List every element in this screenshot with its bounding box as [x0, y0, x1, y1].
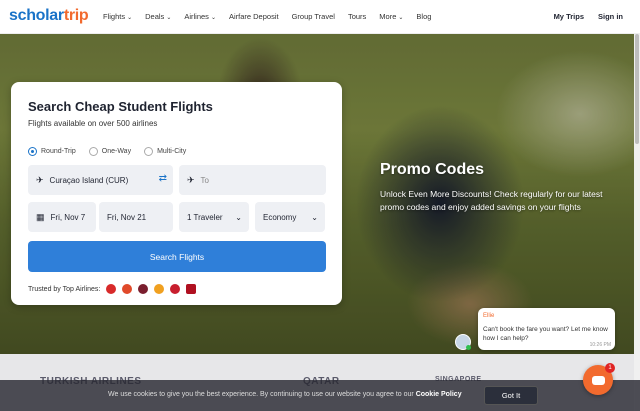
- chat-launcher-button[interactable]: 1: [583, 363, 615, 395]
- sign-in-link[interactable]: Sign in: [598, 12, 623, 21]
- chevron-down-icon: ⌄: [127, 15, 133, 21]
- airline-logo-icon: [186, 284, 197, 294]
- nav-airlines[interactable]: Airlines ⌄: [184, 12, 216, 21]
- return-date-value: Fri, Nov 21: [107, 212, 147, 222]
- cookie-banner: We use cookies to give you the best expe…: [0, 380, 640, 411]
- scrollbar-thumb[interactable]: [635, 34, 639, 144]
- swap-icon[interactable]: ⇄: [159, 173, 167, 184]
- calendar-icon: ▦: [36, 211, 45, 222]
- site-header: scholartrip Flights ⌄ Deals ⌄ Airlines ⌄ Ai…: [0, 0, 640, 34]
- nav-group-travel[interactable]: Group Travel: [292, 12, 335, 21]
- flight-search-card: Search Cheap Student Flights Flights ava…: [11, 82, 342, 305]
- to-field[interactable]: ✈ To: [179, 165, 326, 195]
- promo-text: Unlock Even More Discounts! Check regula…: [380, 189, 603, 212]
- cabin-class-select[interactable]: Economy ⌄: [255, 202, 325, 232]
- from-field[interactable]: ✈ Curaçao Island (CUR) ⇄: [28, 165, 173, 195]
- airline-logo-icon: [154, 284, 165, 294]
- trusted-airlines-row: Trusted by Top Airlines:: [28, 284, 197, 294]
- return-date-field[interactable]: Fri, Nov 21: [99, 202, 173, 232]
- plane-landing-icon: ✈: [187, 174, 195, 185]
- chat-agent-name: Ellie: [483, 313, 495, 319]
- radio-one-way[interactable]: One-Way: [88, 147, 131, 156]
- search-subtitle: Flights available on over 500 airlines: [28, 119, 158, 128]
- search-flights-button[interactable]: Search Flights: [28, 241, 326, 272]
- travelers-value: 1 Traveler: [187, 212, 223, 222]
- radio-empty-icon: [88, 147, 98, 156]
- account-links: My Trips Sign in: [554, 12, 623, 21]
- logo-text-scholar: scholar: [9, 7, 64, 24]
- main-nav: Flights ⌄ Deals ⌄ Airlines ⌄ Airfare Deposi…: [103, 12, 444, 21]
- airline-logo-icon: [138, 284, 149, 294]
- airline-logo-icon: [122, 284, 133, 294]
- travelers-select[interactable]: 1 Traveler ⌄: [179, 202, 249, 232]
- agent-avatar: [455, 334, 471, 350]
- depart-date-field[interactable]: ▦ Fri, Nov 7: [28, 202, 96, 232]
- nav-deals[interactable]: Deals ⌄: [145, 12, 171, 21]
- promo-title: Promo Codes: [380, 161, 485, 178]
- nav-blog[interactable]: Blog: [416, 12, 431, 21]
- radio-multi-city[interactable]: Multi-City: [144, 147, 186, 156]
- turkish-airlines-logo-icon: [106, 284, 117, 294]
- trip-type-radios: Round-Trip One-Way Multi-City: [28, 147, 186, 156]
- nav-airfare-deposit[interactable]: Airfare Deposit: [229, 12, 279, 21]
- chevron-down-icon: ⌄: [210, 15, 216, 21]
- my-trips-link[interactable]: My Trips: [554, 12, 584, 21]
- nav-flights[interactable]: Flights ⌄: [103, 12, 132, 21]
- chat-message-bubble[interactable]: Ellie Can't book the fare you want? Let …: [478, 308, 615, 350]
- page-scrollbar[interactable]: [634, 34, 640, 411]
- chat-icon: [591, 375, 605, 385]
- radio-selected-icon: [28, 147, 37, 156]
- radio-empty-icon: [144, 147, 154, 156]
- nav-more[interactable]: More ⌄: [379, 12, 403, 21]
- cabin-class-value: Economy: [263, 212, 297, 222]
- nav-tours[interactable]: Tours: [348, 12, 366, 21]
- cookie-text: We use cookies to give you the best expe…: [108, 391, 462, 398]
- chevron-down-icon: ⌄: [166, 15, 172, 21]
- plane-takeoff-icon: ✈: [36, 174, 44, 185]
- from-value: Curaçao Island (CUR): [49, 175, 129, 185]
- trusted-label: Trusted by Top Airlines:: [28, 285, 101, 293]
- to-placeholder: To: [200, 175, 209, 185]
- chevron-down-icon: ⌄: [235, 212, 242, 222]
- cookie-policy-link[interactable]: Cookie Policy: [416, 391, 462, 398]
- chevron-down-icon: ⌄: [398, 15, 404, 21]
- scholartrip-logo[interactable]: scholartrip: [9, 7, 89, 25]
- chevron-down-icon: ⌄: [311, 212, 318, 222]
- cookie-accept-button[interactable]: Got It: [484, 386, 538, 405]
- depart-date-value: Fri, Nov 7: [50, 212, 86, 222]
- chat-timestamp: 10:26 PM: [589, 342, 611, 348]
- logo-text-trip: trip: [63, 7, 89, 24]
- radio-round-trip[interactable]: Round-Trip: [28, 147, 76, 156]
- chat-message-text: Can't book the fare you want? Let me kno…: [483, 326, 608, 342]
- airline-logo-icon: [170, 284, 181, 294]
- search-title: Search Cheap Student Flights: [28, 99, 213, 114]
- unread-badge: 1: [605, 363, 615, 373]
